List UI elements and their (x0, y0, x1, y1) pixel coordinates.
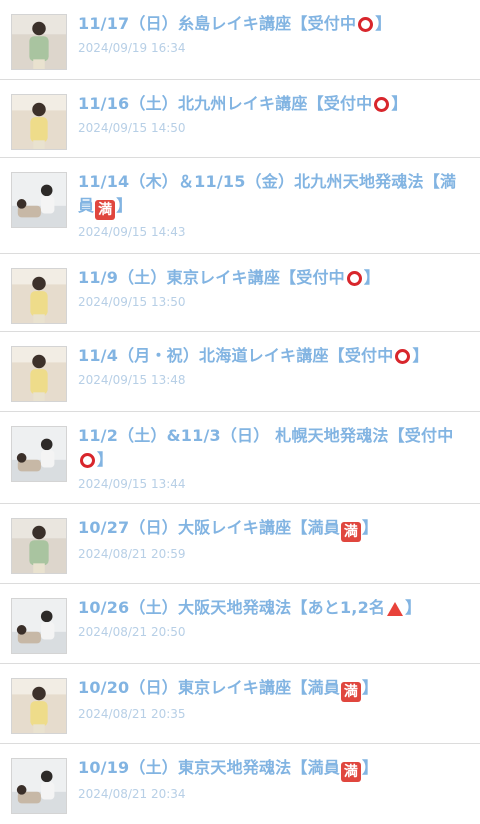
open-circle-icon (358, 17, 374, 32)
entry-title[interactable]: 10/20（日）東京レイキ講座【満員満】 (78, 676, 472, 702)
entry-date: 2024/08/21 20:59 (78, 547, 186, 561)
list-item[interactable]: 10/26（土）大阪天地発魂法【あと1,2名】 2024/08/21 20:50 (0, 584, 480, 664)
entry-thumbnail[interactable] (11, 758, 67, 814)
list-item[interactable]: 11/2（土）&11/3（日） 札幌天地発魂法【受付中】 2024/09/15 … (0, 412, 480, 504)
entry-thumbnail[interactable] (11, 346, 67, 402)
full-badge-icon: 満 (95, 200, 116, 220)
photo-man-standing (12, 347, 66, 401)
entry-date: 2024/08/21 20:34 (78, 787, 186, 801)
full-badge-icon: 満 (340, 522, 361, 542)
photo-man-standing (12, 679, 66, 733)
entry-title[interactable]: 11/9（土）東京レイキ講座【受付中】 (78, 266, 472, 290)
open-circle-icon (80, 453, 95, 468)
entry-title[interactable]: 11/4（月・祝）北海道レイキ講座【受付中】 (78, 344, 472, 368)
list-item[interactable]: 11/9（土）東京レイキ講座【受付中】 2024/09/15 13:50 (0, 254, 480, 332)
entry-date: 2024/09/15 14:43 (78, 225, 186, 239)
warning-triangle-icon (387, 602, 404, 616)
entry-date: 2024/09/15 13:48 (78, 373, 186, 387)
list-item[interactable]: 10/27（日）大阪レイキ講座【満員満】 2024/08/21 20:59 (0, 504, 480, 584)
entry-thumbnail[interactable] (11, 94, 67, 150)
photo-treatment (12, 173, 66, 227)
entry-title[interactable]: 11/17（日）糸島レイキ講座【受付中】 (78, 12, 472, 36)
entry-date: 2024/09/15 13:44 (78, 477, 186, 491)
full-badge-icon: 満 (340, 682, 361, 702)
open-circle-icon (395, 349, 411, 364)
list-item[interactable]: 11/14（木）＆11/15（金）北九州天地発魂法【満員満】 2024/09/1… (0, 158, 480, 254)
full-badge-icon: 満 (340, 762, 361, 782)
entry-thumbnail[interactable] (11, 268, 67, 324)
blog-entry-list: 11/17（日）糸島レイキ講座【受付中】 2024/09/19 16:34 11… (0, 0, 480, 824)
photo-man-standing (12, 519, 66, 573)
entry-thumbnail[interactable] (11, 172, 67, 228)
list-item[interactable]: 11/4（月・祝）北海道レイキ講座【受付中】 2024/09/15 13:48 (0, 332, 480, 412)
entry-thumbnail[interactable] (11, 598, 67, 654)
open-circle-icon (374, 97, 390, 112)
entry-date: 2024/09/15 13:50 (78, 295, 186, 309)
entry-title[interactable]: 10/26（土）大阪天地発魂法【あと1,2名】 (78, 596, 472, 620)
entry-title[interactable]: 11/2（土）&11/3（日） 札幌天地発魂法【受付中】 (78, 424, 472, 472)
entry-title[interactable]: 10/27（日）大阪レイキ講座【満員満】 (78, 516, 472, 542)
entry-thumbnail[interactable] (11, 426, 67, 482)
entry-thumbnail[interactable] (11, 678, 67, 734)
photo-treatment (12, 759, 66, 813)
entry-date: 2024/08/21 20:50 (78, 625, 186, 639)
entry-date: 2024/09/15 14:50 (78, 121, 186, 135)
photo-treatment (12, 427, 66, 481)
list-item[interactable]: 11/16（土）北九州レイキ講座【受付中】 2024/09/15 14:50 (0, 80, 480, 158)
entry-date: 2024/09/19 16:34 (78, 41, 186, 55)
photo-man-standing (12, 15, 66, 69)
entry-title[interactable]: 10/19（土）東京天地発魂法【満員満】 (78, 756, 472, 782)
photo-man-standing (12, 269, 66, 323)
entry-title[interactable]: 11/16（土）北九州レイキ講座【受付中】 (78, 92, 472, 116)
photo-man-standing (12, 95, 66, 149)
open-circle-icon (346, 271, 362, 286)
list-item[interactable]: 10/19（土）東京天地発魂法【満員満】 2024/08/21 20:34 (0, 744, 480, 824)
photo-treatment (12, 599, 66, 653)
list-item[interactable]: 10/20（日）東京レイキ講座【満員満】 2024/08/21 20:35 (0, 664, 480, 744)
entry-date: 2024/08/21 20:35 (78, 707, 186, 721)
list-item[interactable]: 11/17（日）糸島レイキ講座【受付中】 2024/09/19 16:34 (0, 0, 480, 80)
entry-thumbnail[interactable] (11, 518, 67, 574)
entry-thumbnail[interactable] (11, 14, 67, 70)
entry-title[interactable]: 11/14（木）＆11/15（金）北九州天地発魂法【満員満】 (78, 170, 472, 220)
